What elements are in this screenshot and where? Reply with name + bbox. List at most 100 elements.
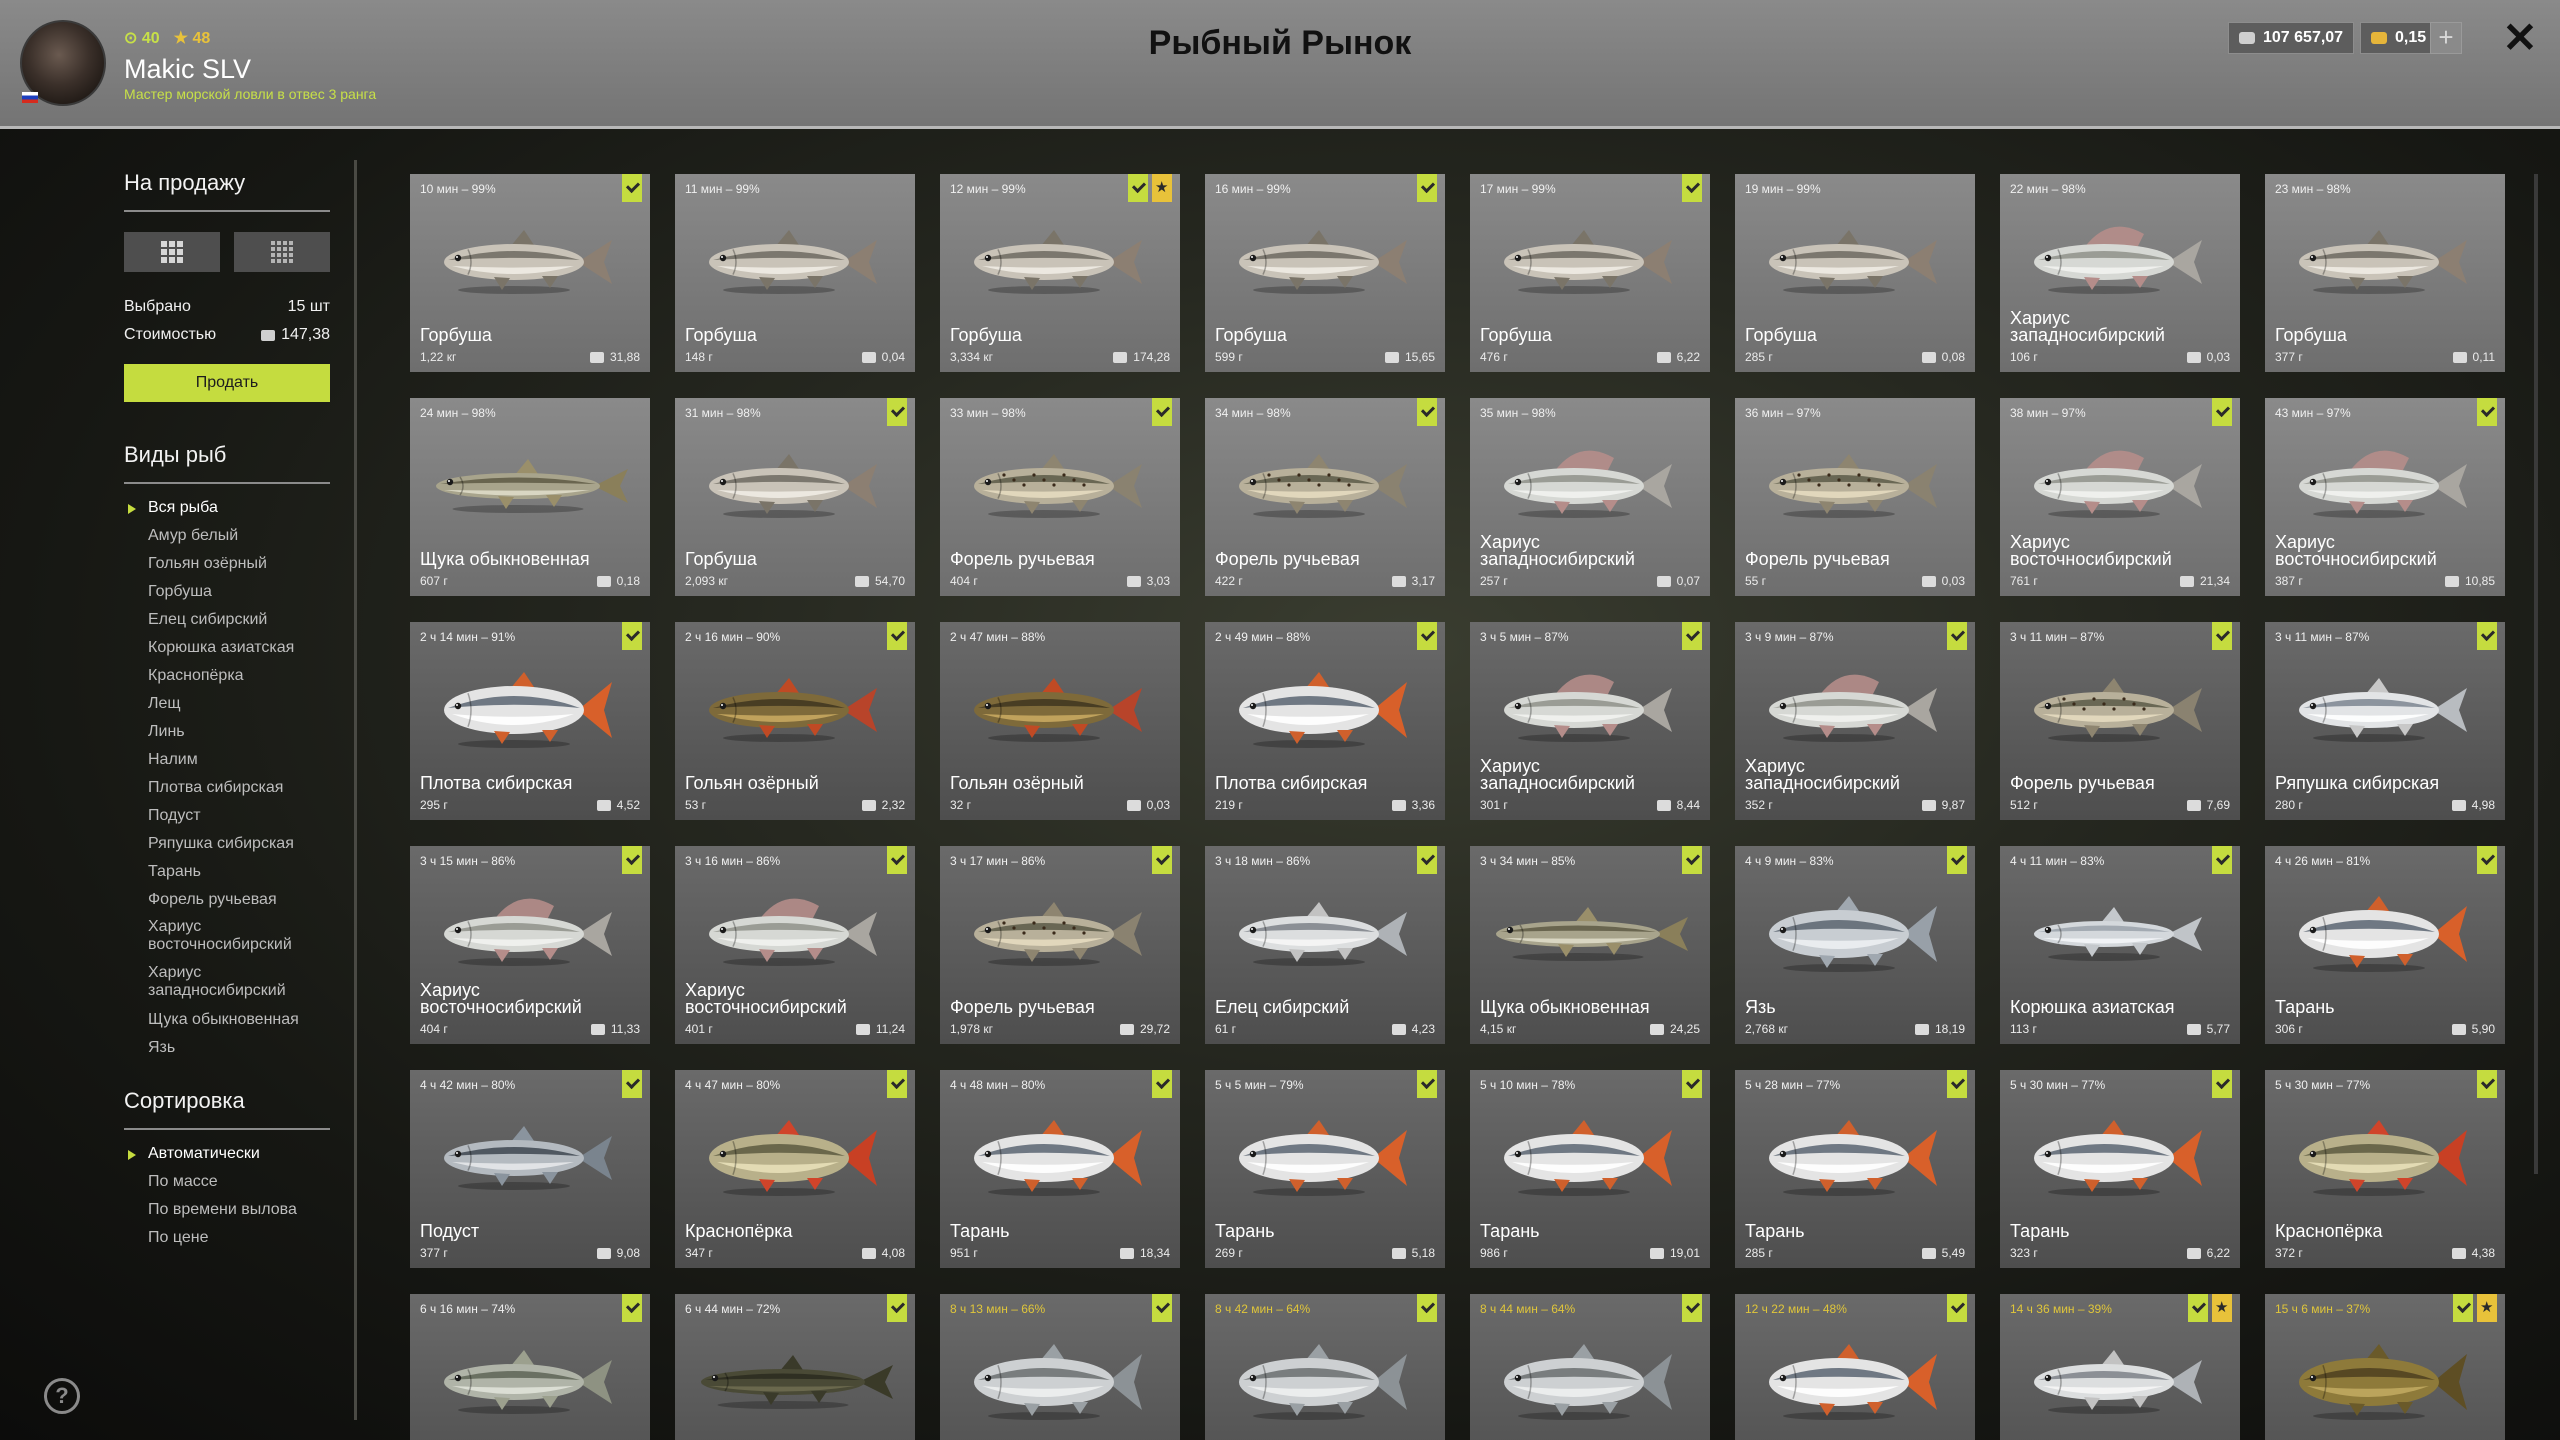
species-filter-item[interactable]: Хариус восточносибирский — [148, 914, 299, 960]
fish-card[interactable]: 4 ч 48 мин – 80% Тарань 951 г 18,34 — [940, 1070, 1180, 1268]
fish-card[interactable]: 8 ч 13 мин – 66% — [940, 1294, 1180, 1440]
species-filter-item[interactable]: Краснопёрка — [148, 662, 299, 690]
species-filter-item[interactable]: Щука обыкновенная — [148, 1006, 299, 1034]
fish-card[interactable]: 3 ч 5 мин – 87% Хариус западносибирский 301… — [1470, 622, 1710, 820]
fish-card[interactable]: 3 ч 11 мин – 87% Ряпушка сибирская 280 г 4,… — [2265, 622, 2505, 820]
selected-checkmark-icon[interactable] — [1682, 174, 1702, 202]
selected-checkmark-icon[interactable] — [1128, 174, 1148, 202]
species-filter-item[interactable]: Язь — [148, 1034, 299, 1062]
sort-option-item[interactable]: По массе — [148, 1168, 297, 1196]
fish-card[interactable]: 22 мин – 98% Хариус западносибирский 106 г 0… — [2000, 174, 2240, 372]
selected-checkmark-icon[interactable] — [2453, 1294, 2473, 1322]
fish-card[interactable]: 3 ч 34 мин – 85% Щука обыкновенная 4,15 кг… — [1470, 846, 1710, 1044]
fish-card[interactable]: 5 ч 30 мин – 77% Краснопёрка 372 г 4,38 — [2265, 1070, 2505, 1268]
species-filter-item[interactable]: Горбуша — [148, 578, 299, 606]
selected-checkmark-icon[interactable] — [622, 1294, 642, 1322]
fish-card[interactable]: 3 ч 18 мин – 86% Елец сибирский 61 г 4,23 — [1205, 846, 1445, 1044]
selected-checkmark-icon[interactable] — [2212, 398, 2232, 426]
fish-card[interactable]: 4 ч 26 мин – 81% Тарань 306 г 5,90 — [2265, 846, 2505, 1044]
selected-checkmark-icon[interactable] — [622, 1070, 642, 1098]
fish-card[interactable]: 31 мин – 98% Горбуша 2,093 кг 54,70 — [675, 398, 915, 596]
selected-checkmark-icon[interactable] — [1152, 1070, 1172, 1098]
selected-checkmark-icon[interactable] — [887, 622, 907, 650]
fish-card[interactable]: 3 ч 11 мин – 87% Форель ручьевая 512 г 7,69 — [2000, 622, 2240, 820]
species-filter-item[interactable]: Елец сибирский — [148, 606, 299, 634]
species-filter-item[interactable]: Плотва сибирская — [148, 774, 299, 802]
species-filter-item[interactable]: Гольян озёрный — [148, 550, 299, 578]
fish-card[interactable]: 33 мин – 98% Форель ручьевая 404 г 3,03 — [940, 398, 1180, 596]
fish-card[interactable]: 8 ч 42 мин – 64% — [1205, 1294, 1445, 1440]
selected-checkmark-icon[interactable] — [1947, 1294, 1967, 1322]
selected-checkmark-icon[interactable] — [2212, 846, 2232, 874]
fish-card[interactable]: 6 ч 44 мин – 72% — [675, 1294, 915, 1440]
fish-card[interactable]: 15 ч 6 мин – 37% — [2265, 1294, 2505, 1440]
fish-card[interactable]: 16 мин – 99% Горбуша 599 г 15,65 — [1205, 174, 1445, 372]
fish-card[interactable]: 17 мин – 99% Горбуша 476 г 6,22 — [1470, 174, 1710, 372]
selected-checkmark-icon[interactable] — [2477, 398, 2497, 426]
species-filter-item[interactable]: Хариус западносибирский — [148, 960, 299, 1006]
fish-card[interactable]: 2 ч 16 мин – 90% Гольян озёрный 53 г 2,32 — [675, 622, 915, 820]
selected-checkmark-icon[interactable] — [2212, 622, 2232, 650]
fish-card[interactable]: 5 ч 10 мин – 78% Тарань 986 г 19,01 — [1470, 1070, 1710, 1268]
selected-checkmark-icon[interactable] — [1682, 622, 1702, 650]
selected-checkmark-icon[interactable] — [1682, 1070, 1702, 1098]
sort-option-item[interactable]: По времени вылова — [148, 1196, 297, 1224]
selected-checkmark-icon[interactable] — [1682, 1294, 1702, 1322]
selected-checkmark-icon[interactable] — [1152, 1294, 1172, 1322]
species-filter-item[interactable]: Налим — [148, 746, 299, 774]
selected-checkmark-icon[interactable] — [1417, 622, 1437, 650]
fish-card[interactable]: 3 ч 17 мин – 86% Форель ручьевая 1,978 кг 2… — [940, 846, 1180, 1044]
fish-card[interactable]: 3 ч 9 мин – 87% Хариус западносибирский 352… — [1735, 622, 1975, 820]
species-filter-item[interactable]: Ряпушка сибирская — [148, 830, 299, 858]
selected-checkmark-icon[interactable] — [2477, 846, 2497, 874]
small-grid-view-button[interactable] — [234, 232, 330, 272]
help-button[interactable]: ? — [44, 1378, 80, 1414]
fish-card[interactable]: 10 мин – 99% Горбуша 1,22 кг 31,88 — [410, 174, 650, 372]
sort-option-item[interactable]: По цене — [148, 1224, 297, 1252]
fish-card[interactable]: 14 ч 36 мин – 39% — [2000, 1294, 2240, 1440]
selected-checkmark-icon[interactable] — [887, 1294, 907, 1322]
fish-card[interactable]: 38 мин – 97% Хариус восточносибирский 761 г… — [2000, 398, 2240, 596]
fish-card[interactable]: 4 ч 42 мин – 80% Подуст 377 г 9,08 — [410, 1070, 650, 1268]
selected-checkmark-icon[interactable] — [1417, 1294, 1437, 1322]
selected-checkmark-icon[interactable] — [1417, 846, 1437, 874]
fish-card[interactable]: 35 мин – 98% Хариус западносибирский 257 г 0… — [1470, 398, 1710, 596]
species-filter-item[interactable]: Корюшка азиатская — [148, 634, 299, 662]
selected-checkmark-icon[interactable] — [622, 622, 642, 650]
fish-card[interactable]: 2 ч 14 мин – 91% Плотва сибирская 295 г 4,5… — [410, 622, 650, 820]
species-filter-item[interactable]: Лещ — [148, 690, 299, 718]
selected-checkmark-icon[interactable] — [1417, 398, 1437, 426]
selected-checkmark-icon[interactable] — [1947, 1070, 1967, 1098]
fish-card[interactable]: 12 мин – 99% Горбуша 3,334 кг 174,28 — [940, 174, 1180, 372]
selected-checkmark-icon[interactable] — [622, 174, 642, 202]
fish-card[interactable]: 34 мин – 98% Форель ручьевая 422 г 3,17 — [1205, 398, 1445, 596]
selected-checkmark-icon[interactable] — [1152, 398, 1172, 426]
fish-card[interactable]: 43 мин – 97% Хариус восточносибирский 387 г… — [2265, 398, 2505, 596]
fish-card[interactable]: 2 ч 47 мин – 88% Гольян озёрный 32 г 0,03 — [940, 622, 1180, 820]
fish-card[interactable]: 4 ч 9 мин – 83% Язь 2,768 кг 18,19 — [1735, 846, 1975, 1044]
selected-checkmark-icon[interactable] — [1417, 174, 1437, 202]
fish-card[interactable]: 6 ч 16 мин – 74% — [410, 1294, 650, 1440]
species-filter-item[interactable]: Амур белый — [148, 522, 299, 550]
fish-card[interactable]: 5 ч 30 мин – 77% Тарань 323 г 6,22 — [2000, 1070, 2240, 1268]
selected-checkmark-icon[interactable] — [1682, 846, 1702, 874]
add-gold-button[interactable]: + — [2430, 22, 2462, 54]
fish-card[interactable]: 3 ч 16 мин – 86% Хариус восточносибирский 4… — [675, 846, 915, 1044]
fish-card[interactable]: 36 мин – 97% Форель ручьевая 55 г 0,03 — [1735, 398, 1975, 596]
species-filter-item[interactable]: Вся рыба — [128, 494, 299, 522]
large-grid-view-button[interactable] — [124, 232, 220, 272]
species-filter-item[interactable]: Тарань — [148, 858, 299, 886]
selected-checkmark-icon[interactable] — [2188, 1294, 2208, 1322]
selected-checkmark-icon[interactable] — [1947, 622, 1967, 650]
fish-card[interactable]: 8 ч 44 мин – 64% — [1470, 1294, 1710, 1440]
selected-checkmark-icon[interactable] — [887, 1070, 907, 1098]
scrollbar[interactable] — [2534, 174, 2538, 1174]
close-button[interactable]: ✕ — [2500, 17, 2540, 59]
fish-card[interactable]: 3 ч 15 мин – 86% Хариус восточносибирский 4… — [410, 846, 650, 1044]
selected-checkmark-icon[interactable] — [1947, 846, 1967, 874]
selected-checkmark-icon[interactable] — [622, 846, 642, 874]
sort-option-item[interactable]: Автоматически — [128, 1140, 297, 1168]
sell-button[interactable]: Продать — [124, 364, 330, 402]
selected-checkmark-icon[interactable] — [2477, 622, 2497, 650]
fish-card[interactable]: 11 мин – 99% Горбуша 148 г 0,04 — [675, 174, 915, 372]
